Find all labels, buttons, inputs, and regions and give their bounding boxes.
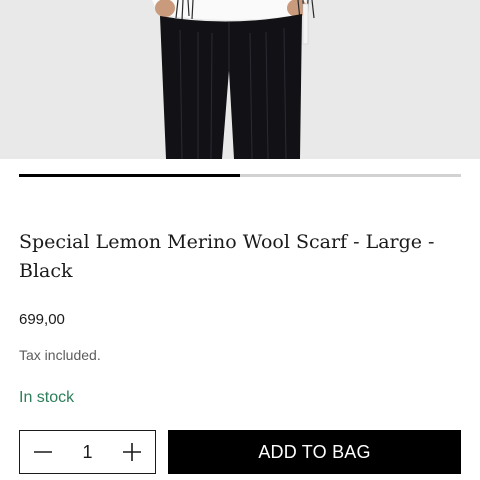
quantity-stepper: 1	[19, 430, 156, 474]
decrease-quantity-button[interactable]	[20, 431, 66, 473]
quantity-value[interactable]: 1	[66, 442, 109, 463]
product-image[interactable]	[0, 0, 480, 159]
gallery-progress-fill	[19, 174, 240, 177]
image-gallery-progress[interactable]	[19, 174, 461, 177]
add-to-bag-button[interactable]: ADD TO BAG	[168, 430, 461, 474]
plus-icon	[123, 443, 141, 461]
tax-note: Tax included.	[19, 347, 101, 363]
product-price: 699,00	[19, 311, 65, 328]
increase-quantity-button[interactable]	[109, 431, 155, 473]
product-photo-model	[0, 0, 480, 159]
minus-icon	[34, 451, 52, 453]
stock-status: In stock	[19, 389, 75, 406]
product-title: Special Lemon Merino Wool Scarf - Large …	[19, 231, 435, 282]
